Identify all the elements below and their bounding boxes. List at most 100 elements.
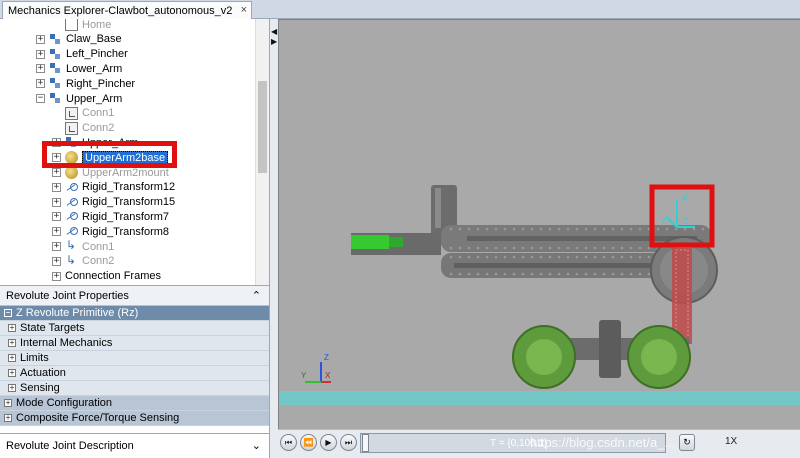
- expand-icon[interactable]: +: [52, 227, 61, 237]
- expand-icon[interactable]: +: [4, 399, 12, 407]
- motor-highlight: [435, 188, 441, 228]
- expand-icon[interactable]: +: [52, 197, 61, 207]
- property-section[interactable]: + Mode Configuration: [0, 396, 269, 411]
- tree-item-label: Rigid_Transform12: [82, 181, 176, 194]
- arm-hole: [494, 246, 498, 250]
- arm-hole: [620, 255, 624, 259]
- body-icon: [49, 33, 62, 46]
- tree-item[interactable]: + Left_Pincher: [36, 47, 128, 62]
- arm-hole: [449, 246, 453, 250]
- arm-hole: [593, 272, 597, 276]
- tree-item[interactable]: Conn2: [52, 121, 114, 136]
- loop-button[interactable]: ↻: [679, 434, 695, 451]
- arm-hole: [602, 246, 606, 250]
- expand-right-icon[interactable]: ▶: [271, 37, 277, 46]
- tree-item[interactable]: + Lower_Arm: [36, 61, 122, 76]
- expand-icon[interactable]: +: [52, 271, 61, 281]
- arm-hole: [584, 272, 588, 276]
- close-tab-icon[interactable]: ×: [241, 4, 247, 16]
- property-section-label: Composite Force/Torque Sensing: [16, 412, 180, 424]
- arm-hole: [458, 227, 462, 231]
- tree-item[interactable]: + Rigid_Transform7: [52, 209, 169, 224]
- tree-item-label: Rigid_Transform8: [82, 225, 170, 238]
- tree-item[interactable]: + Conn1: [52, 238, 114, 254]
- tree-item[interactable]: + Claw_Base: [36, 32, 122, 47]
- joint-description-panel[interactable]: Revolute Joint Description ⌄: [0, 433, 270, 458]
- tree-item[interactable]: + Right_Pincher: [36, 76, 135, 91]
- property-section[interactable]: + Composite Force/Torque Sensing: [0, 411, 269, 426]
- arm-hole: [602, 272, 606, 276]
- doc-icon: [65, 19, 78, 31]
- jump-to-end-button[interactable]: ⏭: [340, 434, 357, 451]
- property-group[interactable]: + State Targets: [0, 321, 269, 336]
- panel-splitter[interactable]: ◀ ▶: [270, 19, 278, 458]
- upper-arm-slot: [467, 236, 697, 241]
- lower-arm-slot: [454, 263, 664, 268]
- collapse-chevron-icon[interactable]: ⌃: [252, 289, 261, 302]
- expand-icon[interactable]: +: [52, 242, 61, 251]
- play-button[interactable]: ▶: [320, 434, 337, 451]
- arm-hole: [629, 227, 633, 231]
- arm-hole: [566, 227, 570, 231]
- expand-icon[interactable]: +: [8, 369, 16, 377]
- expand-icon[interactable]: +: [4, 414, 12, 422]
- arm-hole: [548, 255, 552, 259]
- expand-icon[interactable]: +: [52, 182, 61, 192]
- tree-scrollbar[interactable]: [255, 19, 269, 285]
- property-group[interactable]: + Actuation: [0, 366, 269, 381]
- expand-icon: [52, 124, 61, 133]
- arm-hole: [611, 227, 615, 231]
- arm-hole: [557, 272, 561, 276]
- collapse-left-icon[interactable]: ◀: [271, 27, 277, 36]
- playback-bar: ⏮ ⏪ ▶ ⏭ T = {0,106.1} https://blog.csdn.…: [278, 429, 800, 458]
- expand-icon[interactable]: +: [8, 384, 16, 392]
- expand-icon[interactable]: +: [52, 256, 61, 266]
- connector-icon: [65, 121, 78, 135]
- right-wheel-hub: [641, 339, 677, 375]
- property-group[interactable]: + Sensing: [0, 381, 269, 396]
- 3d-viewport[interactable]: X Y Z Z Y X: [278, 19, 800, 429]
- expand-icon[interactable]: +: [36, 49, 45, 59]
- arm-hole: [683, 227, 687, 231]
- tab-mechanics-explorer[interactable]: Mechanics Explorer-Clawbot_autonomous_v2…: [2, 1, 252, 19]
- timeline-scrubber[interactable]: [362, 434, 369, 452]
- arm-hole: [674, 227, 678, 231]
- property-group[interactable]: + Internal Mechanics: [0, 336, 269, 351]
- base-motor: [599, 320, 621, 378]
- primitive-section[interactable]: − Z Revolute Primitive (Rz): [0, 306, 269, 321]
- step-back-button[interactable]: ⏪: [300, 434, 317, 451]
- expand-icon[interactable]: +: [8, 354, 16, 362]
- tree-item[interactable]: Conn1: [52, 106, 114, 121]
- collapse-icon[interactable]: −: [4, 309, 12, 317]
- tree-item-label: Rigid_Transform7: [82, 210, 170, 223]
- rewind-to-start-button[interactable]: ⏮: [280, 434, 297, 451]
- arm-hole: [665, 227, 669, 231]
- tree-scrollbar-thumb[interactable]: [258, 81, 267, 173]
- expand-icon[interactable]: +: [36, 64, 45, 74]
- tree-item[interactable]: + Rigid_Transform12: [52, 180, 175, 195]
- tree-item[interactable]: Home: [52, 19, 111, 32]
- expand-icon[interactable]: +: [8, 339, 16, 347]
- collapse-icon[interactable]: −: [36, 94, 45, 103]
- tree-item[interactable]: + Rigid_Transform8: [52, 224, 169, 239]
- tree-item[interactable]: + Rigid_Transform15: [52, 195, 175, 210]
- arm-hole: [530, 272, 534, 276]
- tree-item[interactable]: + Conn2: [52, 253, 114, 269]
- playback-speed[interactable]: 1X: [725, 436, 737, 447]
- tree-item[interactable]: − Upper_Arm: [36, 91, 122, 106]
- expand-chevron-icon[interactable]: ⌄: [252, 439, 261, 452]
- arm-hole: [629, 272, 633, 276]
- arm-hole: [611, 255, 615, 259]
- expand-icon[interactable]: +: [52, 168, 61, 177]
- arm-hole: [575, 272, 579, 276]
- arm-hole: [467, 246, 471, 250]
- expand-icon[interactable]: +: [36, 79, 45, 89]
- property-group[interactable]: + Limits: [0, 351, 269, 366]
- expand-icon[interactable]: +: [8, 324, 16, 332]
- arm-hole: [584, 255, 588, 259]
- body-icon: [49, 92, 62, 105]
- tree-item[interactable]: + Connection Frames: [52, 269, 161, 284]
- properties-header[interactable]: Revolute Joint Properties ⌃: [0, 286, 269, 306]
- expand-icon[interactable]: +: [36, 34, 45, 44]
- expand-icon[interactable]: +: [52, 212, 61, 222]
